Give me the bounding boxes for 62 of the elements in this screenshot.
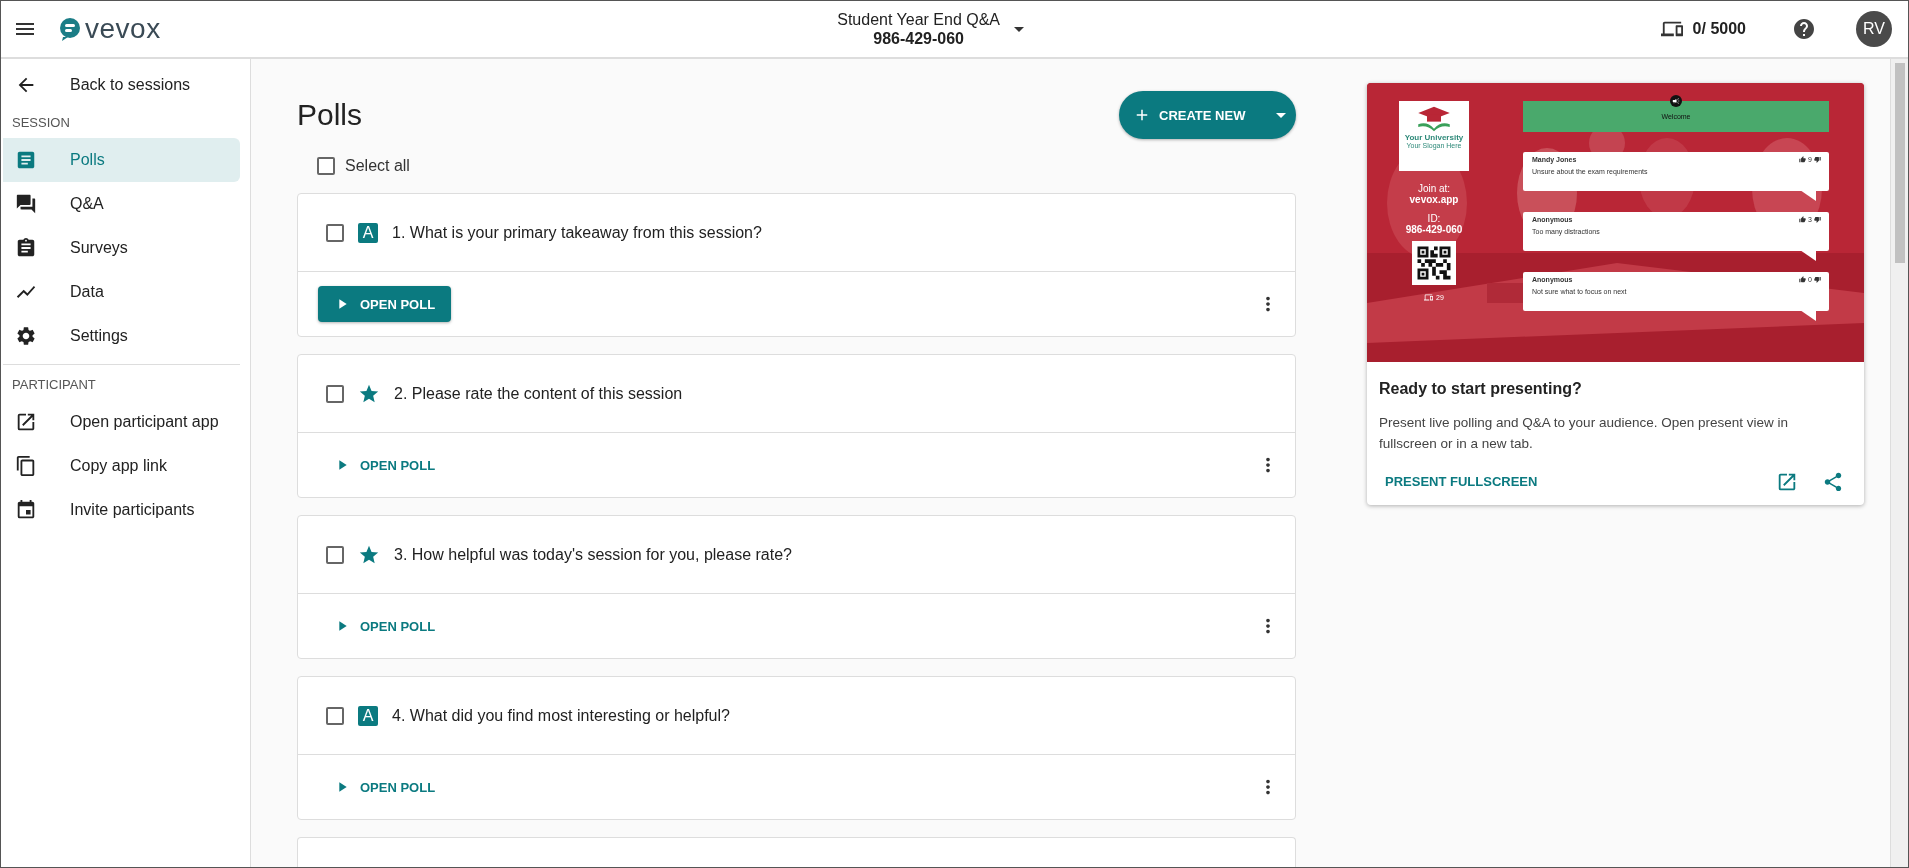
back-link[interactable]: Back to sessions	[3, 63, 240, 107]
thumbs-down-icon	[1814, 156, 1821, 163]
thumbs-down-icon	[1814, 216, 1821, 223]
dropdown-icon	[1276, 112, 1286, 118]
open-poll-button[interactable]: OPEN POLL	[318, 608, 452, 644]
dropdown-icon[interactable]	[1014, 26, 1025, 32]
select-all-checkbox[interactable]	[317, 157, 335, 175]
sidebar-item[interactable]: Data	[3, 270, 240, 314]
qr-code-icon	[1412, 241, 1456, 285]
user-avatar[interactable]: RV	[1856, 11, 1892, 47]
session-id: 986-429-060	[1405, 224, 1463, 235]
session-id: 986-429-060	[873, 29, 964, 48]
card-heading: Ready to start presenting?	[1379, 380, 1583, 398]
poll-checkbox[interactable]	[326, 545, 344, 564]
poll-title: 2. Please rate the content of this session	[394, 384, 683, 403]
clipboard-icon	[15, 237, 37, 259]
section-label: SESSION	[11, 114, 71, 132]
thumbs-up-icon	[1799, 276, 1807, 283]
open-poll-button[interactable]: OPEN POLL	[318, 769, 452, 805]
card-description: Present live polling and Q&A to your audience. Open present view in fullscreen or in a new tab.	[1379, 414, 1789, 453]
thumbs-up-icon	[1799, 216, 1807, 223]
open-external-icon	[15, 411, 37, 433]
poll-checkbox[interactable]	[326, 706, 344, 725]
sidebar-item[interactable]: Settings	[3, 314, 240, 358]
devices-icon	[1424, 293, 1434, 302]
polls-icon	[15, 149, 37, 171]
select-all-label: Select all	[345, 157, 410, 175]
poll-title: 3. How helpful was today's session for you, please rate?	[394, 545, 792, 564]
copy-icon	[15, 455, 37, 477]
create-new-button[interactable]: CREATE NEW	[1119, 91, 1296, 139]
sidebar-item[interactable]: Open participant app	[3, 400, 240, 444]
poll-checkbox[interactable]	[326, 223, 344, 242]
chat-icon	[15, 193, 37, 215]
sidebar-item[interactable]: Copy app link	[3, 444, 240, 488]
text-poll-badge: A	[358, 222, 378, 243]
settings-icon	[15, 325, 37, 347]
join-label: Join at:	[1417, 183, 1451, 194]
poll-title: 1. What is your primary takeaway from this session?	[392, 223, 762, 242]
text-poll-badge: A	[358, 705, 378, 726]
session-title: Student Year End Q&A	[837, 10, 1001, 29]
help-icon[interactable]	[1792, 17, 1816, 41]
sidebar-item[interactable]: Q&A	[3, 182, 240, 226]
join-url: vevox.app	[1409, 194, 1459, 205]
brand-name: vevox	[85, 13, 161, 45]
participant-count: 0/ 5000	[1692, 20, 1746, 38]
sidebar-item[interactable]: Invite participants	[3, 488, 240, 532]
poll-checkbox[interactable]	[326, 384, 344, 403]
open-poll-button[interactable]: OPEN POLL	[318, 286, 452, 322]
present-fullscreen-button[interactable]: PRESENT FULLSCREEN	[1379, 466, 1544, 497]
scrollbar[interactable]	[1890, 59, 1908, 867]
thumbs-down-icon	[1814, 276, 1821, 283]
calendar-icon	[15, 499, 37, 521]
page-title: Polls	[297, 98, 363, 132]
section-label: PARTICIPANT	[11, 376, 97, 394]
id-label: ID:	[1427, 213, 1441, 224]
sidebar-item[interactable]: Surveys	[3, 226, 240, 270]
poll-title: 4. What did you find most interesting or helpful?	[392, 706, 730, 725]
sidebar-item[interactable]: Polls	[3, 138, 240, 182]
thumbs-up-icon	[1799, 156, 1807, 163]
logo-icon	[59, 17, 81, 41]
open-poll-button[interactable]: OPEN POLL	[318, 447, 452, 483]
share-icon[interactable]	[1822, 470, 1844, 493]
